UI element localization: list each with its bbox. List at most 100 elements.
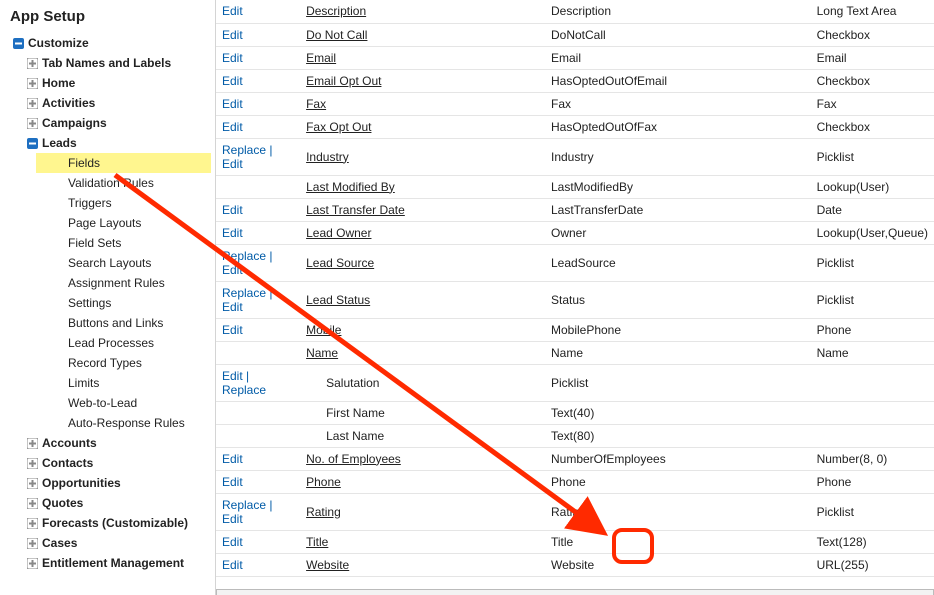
label-cell: Lead Source [300, 244, 545, 281]
api-name-cell: Text(40) [545, 401, 811, 424]
edit-link[interactable]: Edit [222, 475, 243, 489]
edit-link[interactable]: Edit [222, 558, 243, 572]
plus-icon [26, 77, 38, 89]
nav-leads-web-to-lead[interactable]: Web-to-Lead [36, 393, 211, 413]
replace-link[interactable]: Replace [222, 498, 266, 512]
action-cell: Edit [216, 553, 300, 576]
data-type-cell [811, 364, 934, 401]
nav-campaigns[interactable]: Campaigns [22, 113, 211, 133]
field-label-link[interactable]: Fax Opt Out [306, 120, 371, 134]
field-label-link[interactable]: Fax [306, 97, 326, 111]
edit-link[interactable]: Edit [222, 74, 243, 88]
api-name-cell: Website [545, 553, 811, 576]
nav-leads-assignment-rules[interactable]: Assignment Rules [36, 273, 211, 293]
nav-leads[interactable]: Leads [22, 133, 211, 153]
plus-icon [26, 117, 38, 129]
edit-link[interactable]: Edit [222, 323, 243, 337]
replace-link[interactable]: Replace [222, 143, 266, 157]
nav-cases[interactable]: Cases [22, 533, 211, 553]
nav-forecasts[interactable]: Forecasts (Customizable) [22, 513, 211, 533]
edit-link[interactable]: Edit [222, 226, 243, 240]
nav-leads-record-types[interactable]: Record Types [36, 353, 211, 373]
edit-link[interactable]: Edit [222, 4, 243, 18]
field-label-link[interactable]: Mobile [306, 323, 341, 337]
table-row: EditLast Transfer DateLastTransferDateDa… [216, 198, 934, 221]
edit-link[interactable]: Edit [222, 452, 243, 466]
field-label-link[interactable]: Lead Status [306, 293, 370, 307]
field-label-link[interactable]: Do Not Call [306, 28, 367, 42]
nav-leads-fields[interactable]: Fields [36, 153, 211, 173]
nav-leads-auto-response[interactable]: Auto-Response Rules [36, 413, 211, 433]
nav-quotes[interactable]: Quotes [22, 493, 211, 513]
nav-customize[interactable]: Customize [8, 33, 211, 53]
nav-leads-processes[interactable]: Lead Processes [36, 333, 211, 353]
nav-label: Customize [28, 36, 89, 50]
nav-home[interactable]: Home [22, 73, 211, 93]
nav-tab-names[interactable]: Tab Names and Labels [22, 53, 211, 73]
table-row: EditDo Not CallDoNotCallCheckbox [216, 23, 934, 46]
nav-leads-buttons-links[interactable]: Buttons and Links [36, 313, 211, 333]
field-label-link[interactable]: Industry [306, 150, 349, 164]
edit-link[interactable]: Edit [222, 512, 243, 526]
edit-link[interactable]: Edit [222, 203, 243, 217]
plus-icon [26, 517, 38, 529]
sidebar: App Setup Customize Tab Names and Labels… [0, 0, 216, 595]
nav-activities[interactable]: Activities [22, 93, 211, 113]
field-label-link[interactable]: Email Opt Out [306, 74, 381, 88]
nav-leads-validation[interactable]: Validation Rules [36, 173, 211, 193]
nav-accounts[interactable]: Accounts [22, 433, 211, 453]
edit-link[interactable]: Edit [222, 369, 243, 383]
edit-link[interactable]: Edit [222, 97, 243, 111]
label-cell: Description [300, 0, 545, 23]
api-name-cell: Industry [545, 138, 811, 175]
field-label-link[interactable]: No. of Employees [306, 452, 401, 466]
action-cell: Edit [216, 69, 300, 92]
nav-leads-search-layouts[interactable]: Search Layouts [36, 253, 211, 273]
field-label-link[interactable]: Rating [306, 505, 341, 519]
field-label-link[interactable]: Lead Source [306, 256, 374, 270]
nav-leads-settings[interactable]: Settings [36, 293, 211, 313]
nav-opportunities[interactable]: Opportunities [22, 473, 211, 493]
api-name-cell: Text(80) [545, 424, 811, 447]
field-label-link[interactable]: Email [306, 51, 336, 65]
edit-link[interactable]: Edit [222, 51, 243, 65]
label-cell: Rating [300, 493, 545, 530]
api-name-cell: Title [545, 530, 811, 553]
field-label-link[interactable]: Title [306, 535, 328, 549]
replace-link[interactable]: Replace [222, 249, 266, 263]
data-type-cell: URL(255) [811, 553, 934, 576]
field-label-link[interactable]: Name [306, 346, 338, 360]
replace-link[interactable]: Replace [222, 383, 266, 397]
nav-leads-page-layouts[interactable]: Page Layouts [36, 213, 211, 233]
nav-entitlement[interactable]: Entitlement Management [22, 553, 211, 573]
field-label-link[interactable]: Last Modified By [306, 180, 395, 194]
edit-link[interactable]: Edit [222, 263, 243, 277]
edit-link[interactable]: Edit [222, 157, 243, 171]
edit-link[interactable]: Edit [222, 535, 243, 549]
edit-link[interactable]: Edit [222, 300, 243, 314]
replace-link[interactable]: Replace [222, 286, 266, 300]
label-cell: Salutation [300, 364, 545, 401]
field-label-link[interactable]: Description [306, 4, 366, 18]
nav-leads-limits[interactable]: Limits [36, 373, 211, 393]
data-type-cell [811, 424, 934, 447]
nav-leads-triggers[interactable]: Triggers [36, 193, 211, 213]
action-cell: Edit [216, 530, 300, 553]
edit-link[interactable]: Edit [222, 28, 243, 42]
table-row: Last Modified ByLastModifiedByLookup(Use… [216, 175, 934, 198]
edit-link[interactable]: Edit [222, 120, 243, 134]
custom-fields-panel: Lead Custom Fields & Relationships New M… [216, 589, 934, 595]
nav-leads-field-sets[interactable]: Field Sets [36, 233, 211, 253]
field-label-link[interactable]: Website [306, 558, 349, 572]
nav-contacts[interactable]: Contacts [22, 453, 211, 473]
api-name-cell: LeadSource [545, 244, 811, 281]
field-label-link[interactable]: Lead Owner [306, 226, 371, 240]
field-label-link[interactable]: Last Transfer Date [306, 203, 405, 217]
label-cell: Email [300, 46, 545, 69]
table-row: EditDescriptionDescriptionLong Text Area [216, 0, 934, 23]
label-cell: Email Opt Out [300, 69, 545, 92]
table-row: EditTitleTitleText(128) [216, 530, 934, 553]
action-cell: Edit [216, 447, 300, 470]
field-label-link[interactable]: Phone [306, 475, 341, 489]
data-type-cell: Checkbox [811, 115, 934, 138]
